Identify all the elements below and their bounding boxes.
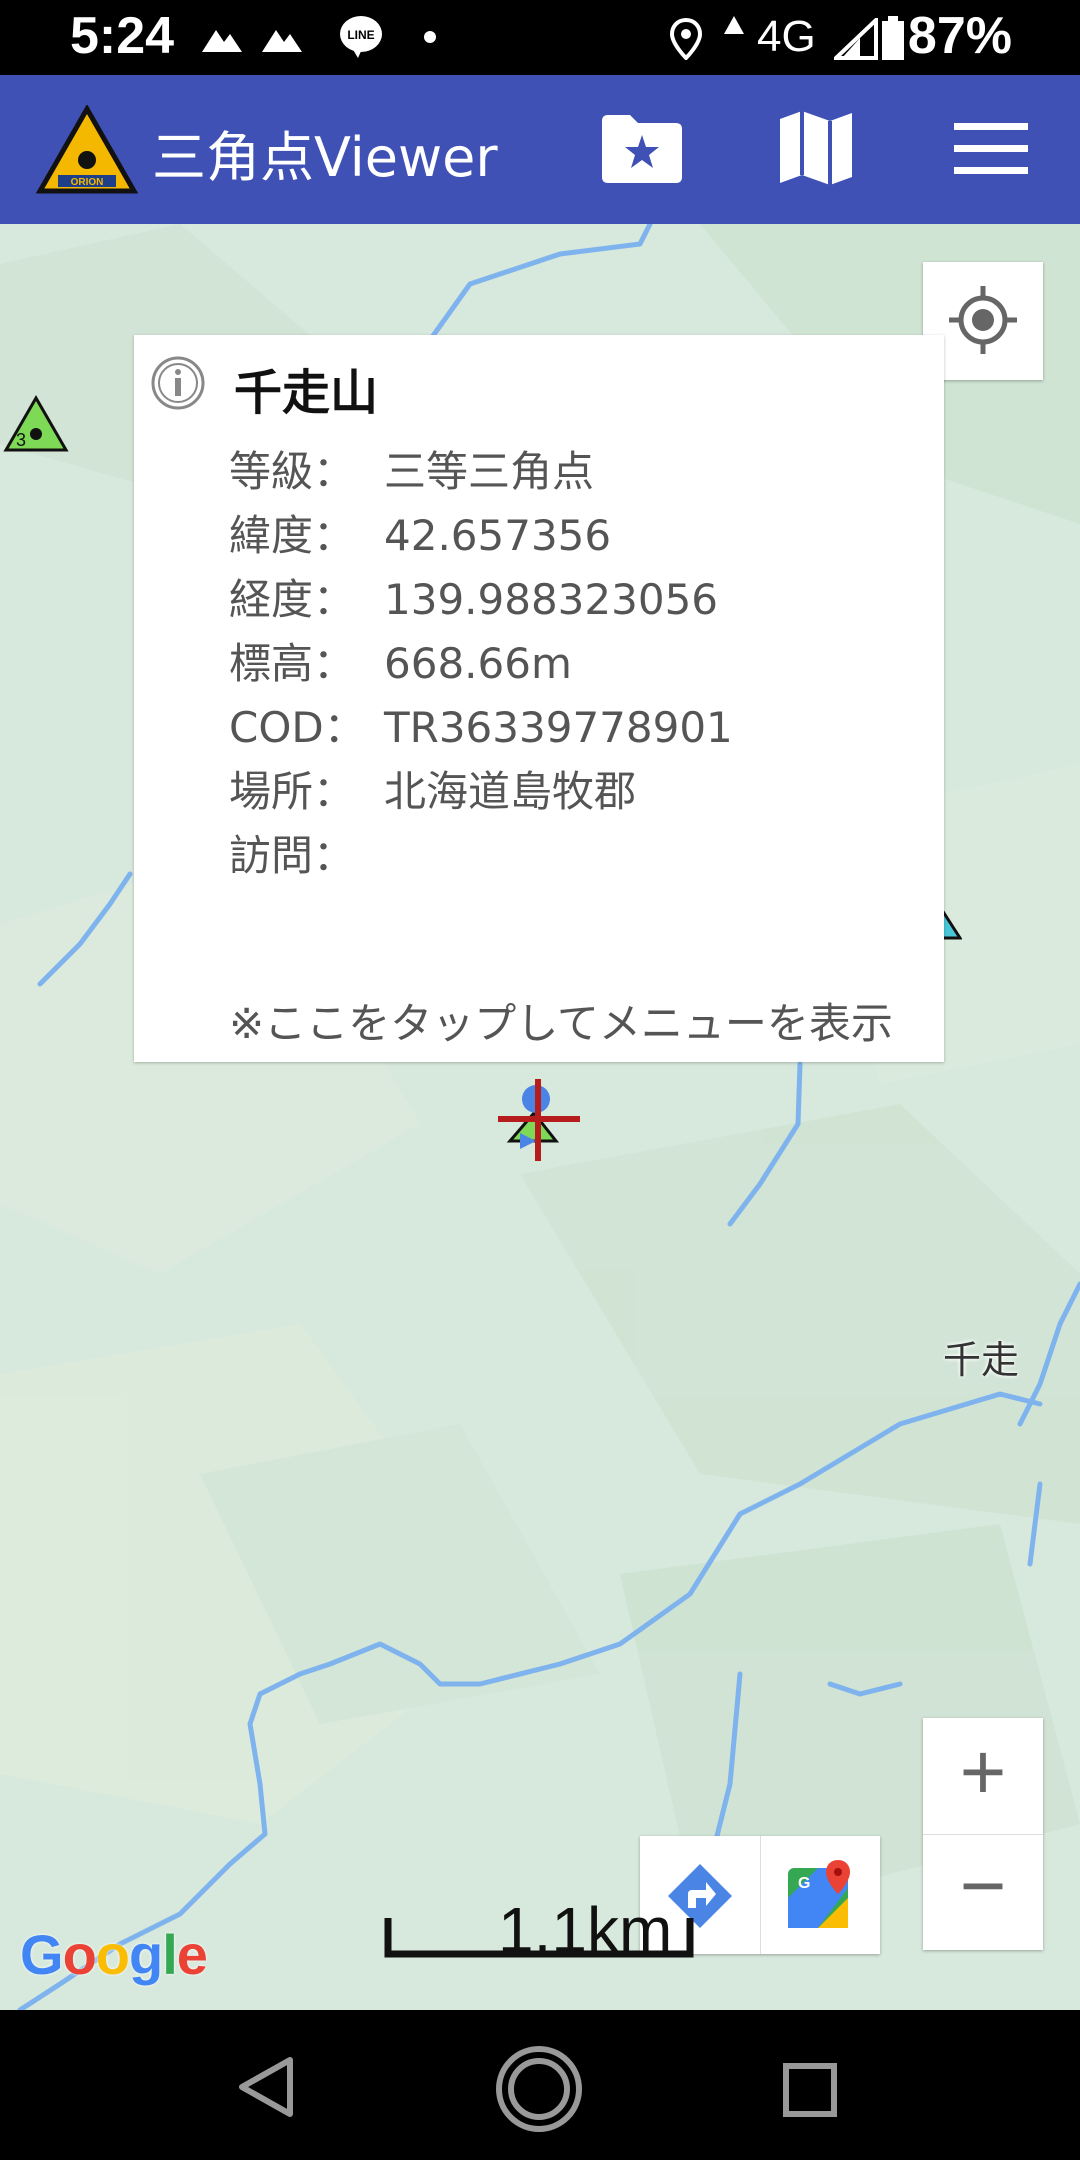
zoom-out-button[interactable]: − xyxy=(923,1834,1043,1950)
menu-icon[interactable] xyxy=(952,121,1030,177)
battery-icon xyxy=(882,16,904,60)
zoom-in-button[interactable]: + xyxy=(923,1718,1043,1835)
system-nav-bar xyxy=(0,2010,1080,2160)
info-key: 等級： xyxy=(229,447,356,496)
app-title: 三角点Viewer xyxy=(152,126,498,189)
zoom-out-label: − xyxy=(959,1841,1007,1930)
info-value: 北海道島牧郡 xyxy=(384,767,637,816)
recents-icon[interactable] xyxy=(782,2062,838,2118)
network-type: 4G xyxy=(757,12,816,61)
place-label: 千走 xyxy=(943,1338,1020,1382)
location-icon xyxy=(670,18,702,60)
info-row-latitude: 緯度： 42.657356 xyxy=(229,502,611,563)
status-bar: 5:24 LINE 4G 87% xyxy=(0,0,1080,75)
app-bar: ORION 三角点Viewer xyxy=(0,75,1080,224)
back-icon[interactable] xyxy=(236,2056,298,2118)
google-attribution: Google xyxy=(20,1923,208,1986)
triangulation-marker-green[interactable]: 3 xyxy=(2,394,70,456)
svg-text:G: G xyxy=(798,1875,810,1892)
svg-text:LINE: LINE xyxy=(347,28,374,42)
favorites-folder-icon[interactable] xyxy=(598,111,686,185)
selected-point-marker[interactable] xyxy=(496,1077,582,1163)
home-icon[interactable] xyxy=(494,2044,584,2134)
line-app-icon: LINE xyxy=(340,16,382,58)
info-icon xyxy=(151,356,205,410)
info-row-grade: 等級： 三等三角点 xyxy=(229,438,594,499)
info-row-visited: 訪問： xyxy=(229,822,384,883)
map-icon[interactable] xyxy=(776,109,856,187)
crosshair-gps-icon xyxy=(949,286,1017,354)
info-row-longitude: 経度： 139.988323056 xyxy=(229,566,718,627)
zoom-in-label: + xyxy=(959,1727,1007,1816)
info-key: 場所： xyxy=(229,767,356,816)
info-row-code: COD： TR36339778901 xyxy=(229,694,733,755)
point-info-window[interactable]: 千走山 等級： 三等三角点 緯度： 42.657356 経度： 139.9883230… xyxy=(134,335,944,1062)
svg-text:ORION: ORION xyxy=(71,177,104,188)
info-key: 標高： xyxy=(229,639,356,688)
status-time: 5:24 xyxy=(70,7,175,65)
info-tap-hint: ※ここをタップしてメニューを表示 xyxy=(229,999,893,1048)
signal-icon xyxy=(834,18,878,60)
info-key: 訪問： xyxy=(229,831,356,880)
info-value: 三等三角点 xyxy=(384,447,595,496)
battery-percent: 87% xyxy=(907,7,1012,65)
info-key: 経度： xyxy=(229,575,356,624)
info-key: 緯度： xyxy=(229,511,356,560)
zoom-controls: + − xyxy=(923,1718,1043,1950)
scale-label: 1.1km xyxy=(498,1894,673,1966)
info-row-location: 場所： 北海道島牧郡 xyxy=(229,758,636,819)
svg-text:3: 3 xyxy=(16,430,26,450)
info-value: 139.988323056 xyxy=(384,575,719,624)
open-google-maps-button[interactable]: G xyxy=(760,1836,880,1954)
mountain-notification-icons xyxy=(202,30,302,52)
point-name: 千走山 xyxy=(234,365,379,421)
notification-dot-icon xyxy=(424,31,436,43)
info-value: TR36339778901 xyxy=(384,703,733,752)
orion-logo: ORION xyxy=(36,105,138,194)
info-row-elevation: 標高： 668.66m xyxy=(229,630,572,691)
info-value: 42.657356 xyxy=(384,511,612,560)
data-arrow-icon xyxy=(724,16,744,34)
google-maps-icon: G xyxy=(788,1860,850,1928)
info-key: COD： xyxy=(229,703,366,752)
info-value: 668.66m xyxy=(384,639,572,688)
